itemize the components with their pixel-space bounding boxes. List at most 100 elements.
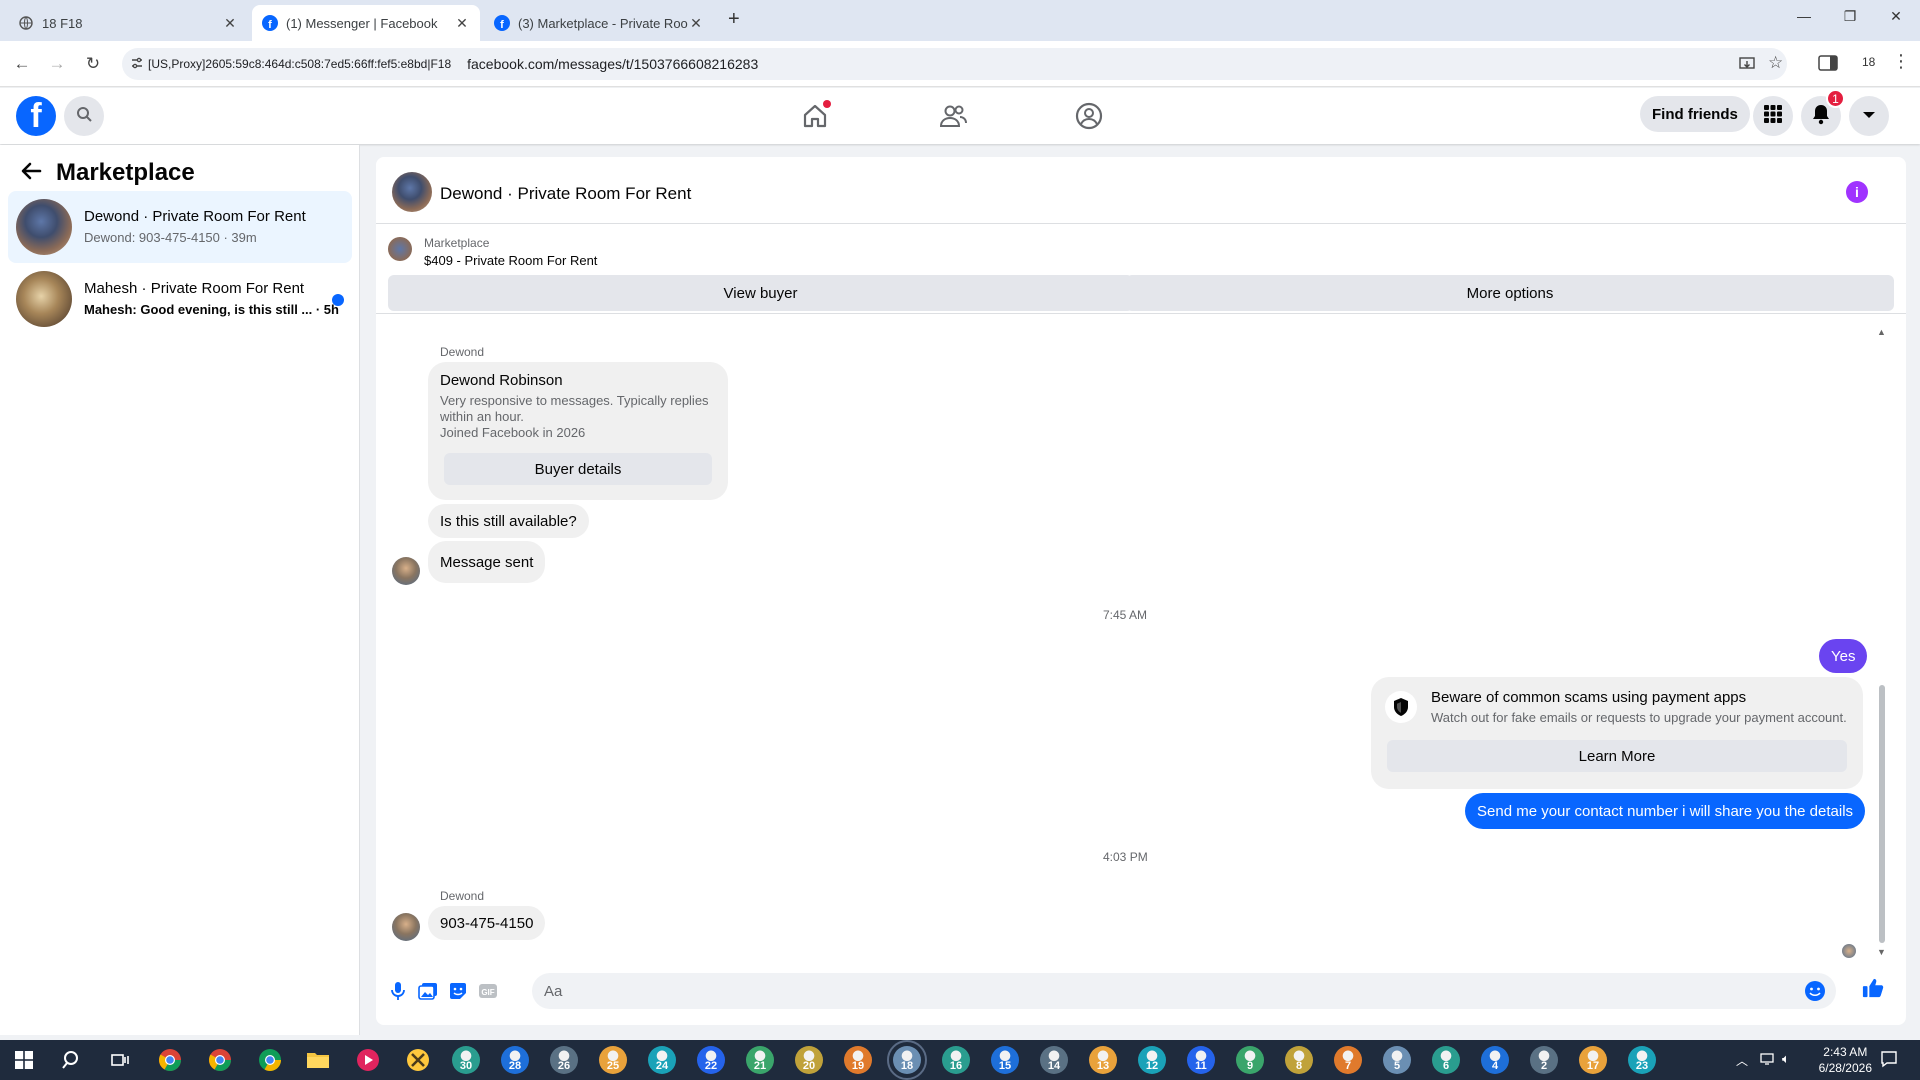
reload-icon[interactable]: ↻ <box>80 51 106 77</box>
groups-icon[interactable] <box>1073 100 1105 132</box>
home-icon[interactable] <box>799 100 831 132</box>
chat-avatar[interactable] <box>392 172 432 212</box>
taskbar-app-12[interactable]: 12 <box>1138 1046 1166 1074</box>
bookmark-star-icon[interactable]: ☆ <box>1768 53 1783 73</box>
gif-icon[interactable]: GIF <box>477 980 499 1002</box>
conversation-item-mahesh[interactable]: Mahesh · Private Room For Rent Mahesh: G… <box>8 263 352 335</box>
unread-dot <box>332 294 344 306</box>
chrome-h-icon[interactable] <box>256 1046 284 1074</box>
taskbar-app-26[interactable]: 26 <box>550 1046 578 1074</box>
file-explorer-icon[interactable] <box>304 1046 332 1074</box>
account-button[interactable] <box>1849 96 1889 136</box>
friends-icon[interactable] <box>937 100 969 132</box>
sender-avatar[interactable] <box>392 913 420 941</box>
buyer-details-button[interactable]: Buyer details <box>444 453 712 485</box>
taskbar-app-25[interactable]: 25 <box>599 1046 627 1074</box>
photo-icon[interactable] <box>417 980 439 1002</box>
taskbar-app-24[interactable]: 24 <box>648 1046 676 1074</box>
taskbar-app-23[interactable]: 23 <box>1628 1046 1656 1074</box>
taskbar-app-30[interactable]: 30 <box>452 1046 480 1074</box>
taskbar-app-28[interactable]: 28 <box>501 1046 529 1074</box>
chat-title[interactable]: Dewond · Private Room For Rent <box>440 184 691 204</box>
address-bar[interactable]: [US,Proxy]2605:59c8:464d:c508:7ed5:66ff:… <box>122 48 1787 80</box>
profile-label[interactable]: 18 <box>1862 55 1875 69</box>
site-settings-icon[interactable] <box>130 56 144 73</box>
taskbar-app-19[interactable]: 19 <box>844 1046 872 1074</box>
view-buyer-button[interactable]: View buyer <box>388 275 1133 311</box>
taskbar-app-6[interactable]: 6 <box>1432 1046 1460 1074</box>
url-text[interactable]: facebook.com/messages/t/1503766608216283 <box>467 56 758 72</box>
facebook-logo-icon[interactable]: f <box>16 96 56 136</box>
notification-center-icon[interactable] <box>1880 1050 1898 1073</box>
back-arrow-icon[interactable]: ← <box>9 51 35 77</box>
listing-thumbnail[interactable] <box>388 237 412 261</box>
side-panel-icon[interactable] <box>1818 54 1838 77</box>
network-icon[interactable] <box>1760 1052 1776 1071</box>
taskbar-app-2[interactable]: 2 <box>1530 1046 1558 1074</box>
grid-menu-icon <box>1764 104 1782 128</box>
taskbar-app-21[interactable]: 21 <box>746 1046 774 1074</box>
find-friends-button[interactable]: Find friends <box>1640 96 1750 132</box>
volume-icon[interactable]: 🔈︎ <box>1782 1051 1790 1067</box>
taskbar-app-8[interactable]: 8 <box>1285 1046 1313 1074</box>
close-window-icon[interactable]: ✕ <box>1876 8 1916 25</box>
taskbar-app-14[interactable]: 14 <box>1040 1046 1068 1074</box>
minimize-icon[interactable]: — <box>1784 8 1824 24</box>
browser-tab-3[interactable]: f (3) Marketplace - Private Room ✕ <box>484 5 714 41</box>
emoji-icon[interactable] <box>1804 980 1826 1002</box>
scroll-up-icon[interactable]: ▲ <box>1877 327 1886 337</box>
message-input[interactable] <box>532 973 1836 1009</box>
taskbar-app-7[interactable]: 7 <box>1334 1046 1362 1074</box>
chrome-icon[interactable] <box>156 1046 184 1074</box>
taskbar-app-9[interactable]: 9 <box>1236 1046 1264 1074</box>
close-tab-icon[interactable]: ✕ <box>222 15 238 32</box>
close-tab-icon[interactable]: ✕ <box>454 15 470 32</box>
task-view-icon[interactable] <box>106 1046 134 1074</box>
browser-tab-strip: 18 F18 ✕ f (1) Messenger | Facebook ✕ f … <box>0 0 1920 41</box>
forward-arrow-icon[interactable]: → <box>44 51 70 77</box>
taskbar-app-18[interactable]: 18 <box>887 1040 927 1080</box>
search-icon <box>76 106 92 127</box>
scroll-down-icon[interactable]: ▼ <box>1877 947 1886 957</box>
search-button[interactable] <box>64 96 104 136</box>
media-app-icon[interactable] <box>354 1046 382 1074</box>
thumbs-up-icon[interactable] <box>1862 977 1884 999</box>
conversation-item-dewond[interactable]: Dewond · Private Room For Rent Dewond: 9… <box>8 191 352 263</box>
xbox-icon[interactable] <box>404 1046 432 1074</box>
new-tab-button[interactable]: + <box>728 8 740 31</box>
chrome-profile-icon[interactable] <box>206 1046 234 1074</box>
svg-text:f: f <box>268 19 272 31</box>
install-app-icon[interactable] <box>1738 55 1756 76</box>
browser-menu-icon[interactable]: ⋮ <box>1892 51 1910 72</box>
system-clock[interactable]: 2:43 AM 6/28/2026 <box>1819 1044 1872 1076</box>
taskbar-app-15[interactable]: 15 <box>991 1046 1019 1074</box>
taskbar-app-16[interactable]: 16 <box>942 1046 970 1074</box>
browser-tab-1[interactable]: 18 F18 ✕ <box>8 5 248 41</box>
taskbar-app-17[interactable]: 17 <box>1579 1046 1607 1074</box>
taskbar-app-5[interactable]: 5 <box>1383 1046 1411 1074</box>
back-arrow-icon[interactable] <box>20 161 42 186</box>
scroll-thumb[interactable] <box>1879 685 1885 943</box>
chevron-up-icon[interactable]: ︿ <box>1736 1052 1748 1069</box>
menu-button[interactable] <box>1753 96 1793 136</box>
search-icon[interactable] <box>58 1046 86 1074</box>
microphone-icon[interactable] <box>387 980 409 1002</box>
message-scrollbar[interactable]: ▲ ▼ <box>1876 327 1888 957</box>
sender-avatar[interactable] <box>392 557 420 585</box>
taskbar-app-22[interactable]: 22 <box>697 1046 725 1074</box>
close-tab-icon[interactable]: ✕ <box>688 15 704 32</box>
info-icon[interactable]: i <box>1846 181 1868 203</box>
more-options-button[interactable]: More options <box>1126 275 1894 311</box>
browser-tab-2[interactable]: f (1) Messenger | Facebook ✕ <box>252 5 480 41</box>
buyer-joined: Joined Facebook in 2026 <box>440 425 586 440</box>
taskbar-app-11[interactable]: 11 <box>1187 1046 1215 1074</box>
listing-name[interactable]: $409 - Private Room For Rent <box>424 253 597 268</box>
windows-start-icon[interactable] <box>10 1046 38 1074</box>
taskbar-app-20[interactable]: 20 <box>795 1046 823 1074</box>
restore-icon[interactable]: ❐ <box>1830 8 1870 25</box>
taskbar-app-4[interactable]: 4 <box>1481 1046 1509 1074</box>
taskbar-app-13[interactable]: 13 <box>1089 1046 1117 1074</box>
sticker-icon[interactable] <box>447 980 469 1002</box>
listing-avatar <box>16 199 72 255</box>
learn-more-button[interactable]: Learn More <box>1387 740 1847 772</box>
